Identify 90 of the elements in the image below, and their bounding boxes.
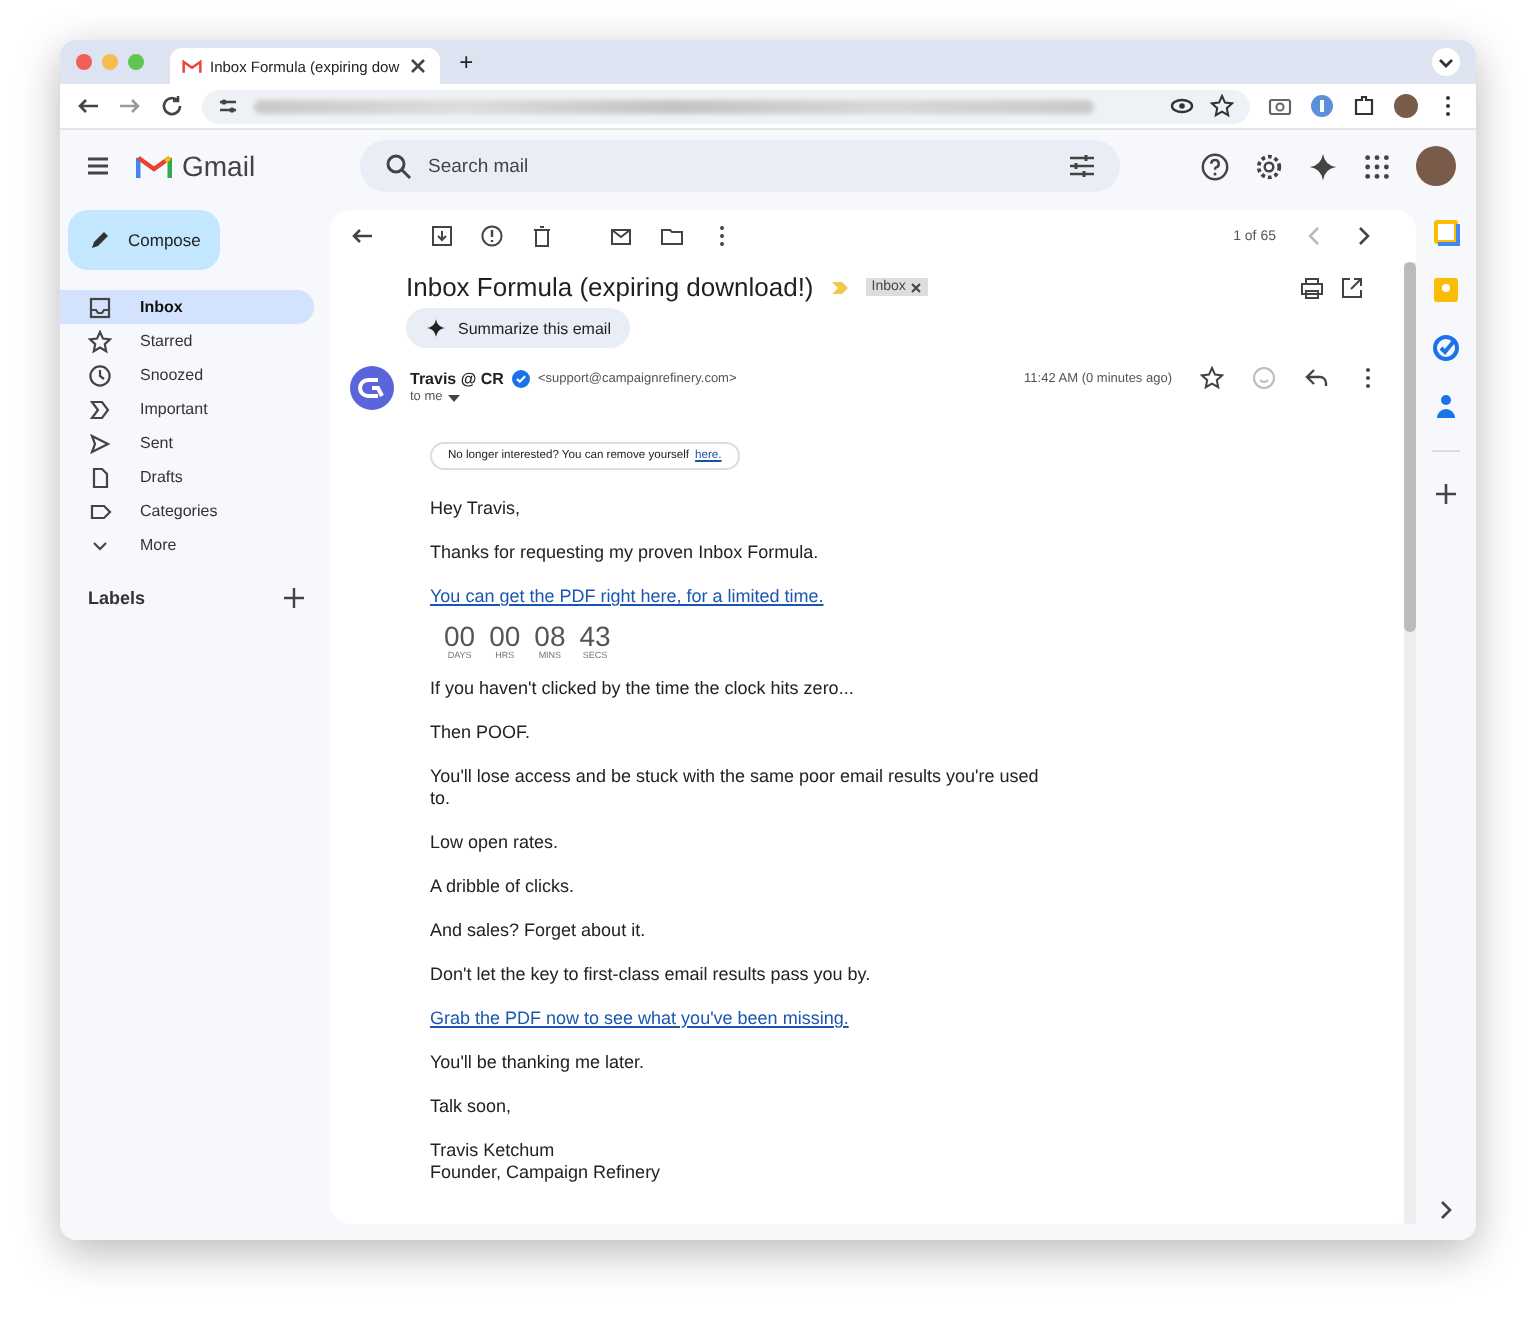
body-paragraph: You'll be thanking me later. [430,1052,646,1074]
reply-icon[interactable] [1304,366,1328,390]
email-subject: Inbox Formula (expiring download!) [406,272,814,302]
body-link[interactable]: Grab the PDF now to see what you've been missing. [430,1008,1050,1030]
reload-icon[interactable] [160,94,184,118]
pencil-icon [88,228,112,252]
body-paragraph: If you haven't clicked by the time the clock hits zero... [430,678,856,700]
app-name: Gmail [182,150,256,182]
settings-icon[interactable] [1254,151,1284,181]
search-field[interactable]: Search mail [360,140,1120,192]
sender-logo-icon [350,366,394,410]
body-link[interactable]: You can get the PDF right here, for a limited time. [430,586,1050,608]
body-paragraph: Talk soon, [430,1096,514,1118]
help-icon[interactable] [1200,151,1230,181]
document-icon [88,465,112,489]
chevron-down-icon[interactable] [1432,48,1460,76]
star-icon[interactable] [1210,94,1234,118]
caret-icon [448,391,461,403]
labels-heading: Labels [88,588,146,608]
search-icon[interactable] [384,152,412,180]
body-paragraph: Then POOF. [430,722,533,744]
close-icon[interactable] [407,56,428,76]
open-new-window-icon[interactable] [1340,275,1364,299]
mark-unread-icon[interactable] [610,224,634,248]
compose-button[interactable]: Compose [68,210,220,270]
star-icon[interactable] [1200,366,1224,390]
spam-warning-icon[interactable] [480,224,504,248]
profile-avatar[interactable] [1394,94,1418,118]
sliders-icon[interactable] [218,96,238,116]
clock-icon [88,363,112,387]
nav-item[interactable]: Categories [60,494,314,528]
send-icon [88,431,112,455]
puzzle-icon[interactable] [1352,94,1376,118]
label-tag-icon [88,499,112,523]
tasks-check-icon[interactable] [1432,334,1460,362]
trash-icon[interactable] [530,224,554,248]
new-tab-button[interactable]: + [449,48,484,76]
close-window-icon[interactable] [76,54,92,70]
nav-item[interactable]: Snoozed [60,358,314,392]
nav-item[interactable]: More [60,528,314,562]
body-paragraph: A dribble of clicks. [430,876,577,898]
password-manager-icon[interactable] [1310,94,1334,118]
calendar-icon[interactable] [1432,218,1460,246]
body-paragraph: Low open rates. [430,832,561,854]
countdown-value: 00 [489,622,521,650]
nav-item[interactable]: Important [60,392,314,426]
inbox-tray-icon [88,295,112,319]
nav-item[interactable]: Starred [60,324,314,358]
nav-item[interactable]: Sent [60,426,314,460]
verified-check-icon [511,369,530,387]
sender-name: Travis @ CR [410,369,504,387]
countdown-value: 00 [444,622,476,650]
eye-icon[interactable] [1170,94,1194,118]
nav-item[interactable]: Inbox [60,290,314,324]
signature-line: Travis Ketchum [430,1140,557,1162]
chevron-right-icon[interactable] [1436,1200,1456,1220]
body-paragraph: Hey Travis, [430,498,523,520]
body-paragraph: Don't let the key to first-class email results pass you by. [430,964,873,986]
important-tag-icon [88,397,112,421]
sparkle-icon[interactable] [1308,151,1338,181]
body-paragraph: You'll lose access and be stuck with the same poor email results you're used to. [430,766,1041,810]
search-input[interactable]: Search mail [424,153,1056,179]
print-icon[interactable] [1300,275,1324,299]
countdown-value: 08 [534,622,566,650]
back-arrow-icon[interactable] [350,224,374,248]
body-paragraph: And sales? Forget about it. [430,920,648,942]
add-icon[interactable] [1434,482,1458,506]
forward-arrow-icon[interactable] [118,94,142,118]
account-avatar[interactable] [1416,146,1456,186]
add-icon[interactable] [282,586,306,610]
menu-icon[interactable] [84,152,112,180]
summarize-button[interactable]: Summarize this email [406,308,631,348]
camera-icon[interactable] [1268,94,1292,118]
contacts-person-icon[interactable] [1432,392,1460,420]
importance-marker-icon[interactable] [829,277,850,297]
filter-sliders-icon[interactable] [1068,152,1096,180]
scrollbar[interactable] [1404,262,1416,1224]
signature-line: Founder, Campaign Refinery [430,1162,663,1184]
countdown-value: 43 [579,622,611,650]
sparkle-icon [426,318,446,338]
gmail-logo-icon [136,152,172,180]
nav-item[interactable]: Drafts [60,460,314,494]
move-folder-icon[interactable] [660,224,684,248]
star-icon [88,329,112,353]
envelope-logo-icon [182,58,202,74]
apps-grid-icon[interactable] [1362,151,1392,181]
remove-label-icon[interactable] [909,281,922,293]
back-arrow-icon[interactable] [76,94,100,118]
body-paragraph: Thanks for requesting my proven Inbox Formula. [430,542,821,564]
archive-icon[interactable] [430,224,454,248]
